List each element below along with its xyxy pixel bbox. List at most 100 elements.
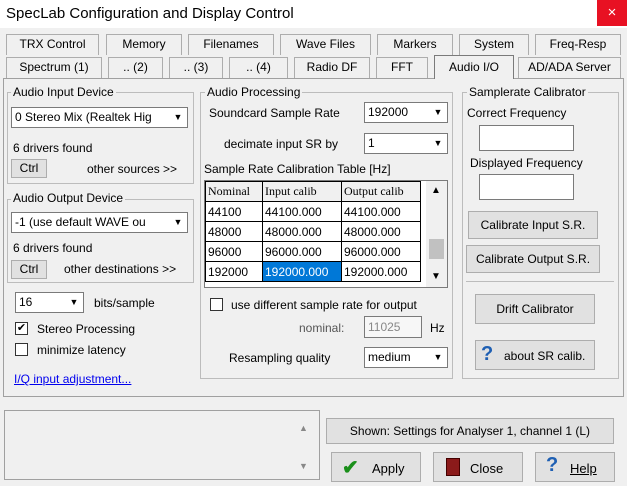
tab-adada-server[interactable]: AD/ADA Server [518, 57, 621, 78]
nominal-rate-field[interactable]: 11025 [364, 316, 422, 338]
chevron-down-icon: ▼ [433, 352, 443, 362]
table-header-input-calib: Input calib [262, 181, 342, 202]
stereo-processing-checkbox[interactable]: ✔ [15, 322, 28, 335]
table-row[interactable]: 96000 96000.000 96000.000 [205, 241, 421, 262]
help-icon: ? [546, 454, 559, 476]
calibration-table-title: Sample Rate Calibration Table [Hz] [204, 162, 391, 176]
audio-output-device-value: -1 (use default WAVE ou [15, 215, 146, 229]
input-drivers-found: 6 drivers found [13, 141, 93, 155]
audio-processing-group-label: Audio Processing [205, 85, 303, 99]
apply-label: Apply [372, 461, 405, 476]
door-icon [446, 458, 460, 476]
table-cell[interactable]: 44100 [205, 201, 263, 222]
about-sr-calib-button[interactable]: ? about SR calib. [475, 340, 595, 370]
close-window-button[interactable]: × [597, 0, 627, 26]
tab-trx-control[interactable]: TRX Control [6, 34, 99, 55]
help-button[interactable]: ? Help [535, 452, 615, 482]
tab-radio-df[interactable]: Radio DF [294, 57, 370, 78]
close-button[interactable]: Close [433, 452, 523, 482]
stereo-processing-label: Stereo Processing [37, 322, 136, 336]
table-cell[interactable]: 48000 [205, 221, 263, 242]
tab-spectrum-1[interactable]: Spectrum (1) [6, 57, 102, 78]
output-ctrl-button[interactable]: Ctrl [11, 260, 47, 279]
checkmark-icon: ✔ [342, 457, 359, 479]
table-cell[interactable]: 44100.000 [341, 201, 421, 222]
sample-rate-select[interactable]: 192000 ▼ [364, 102, 448, 123]
chevron-down-icon: ▼ [433, 107, 443, 117]
minimize-latency-checkbox[interactable] [15, 343, 28, 356]
tab-system[interactable]: System [459, 34, 529, 55]
window-title: SpecLab Configuration and Display Contro… [6, 5, 294, 22]
help-label: Help [570, 461, 597, 476]
table-cell[interactable]: 192000 [205, 261, 263, 282]
bits-per-sample-label: bits/sample [94, 296, 155, 310]
scrollbar-thumb[interactable] [429, 239, 444, 259]
other-destinations-link[interactable]: other destinations >> [64, 262, 176, 276]
table-row[interactable]: 192000 192000.000 192000.000 [205, 261, 421, 282]
table-cell[interactable]: 96000.000 [262, 241, 342, 262]
table-scrollbar[interactable]: ▲ ▼ [426, 181, 447, 287]
drift-calibrator-button[interactable]: Drift Calibrator [475, 294, 595, 324]
different-rate-label: use different sample rate for output [231, 298, 417, 312]
status-memo[interactable]: ▲ ▼ [4, 410, 320, 480]
audio-input-device-select[interactable]: 0 Stereo Mix (Realtek Hig ▼ [11, 107, 188, 128]
table-header-output-calib: Output calib [341, 181, 421, 202]
tab-fft[interactable]: FFT [376, 57, 428, 78]
audio-output-group-label: Audio Output Device [11, 191, 126, 205]
nominal-label: nominal: [299, 321, 345, 335]
table-cell[interactable]: 192000.000 [341, 261, 421, 282]
other-sources-link[interactable]: other sources >> [87, 162, 177, 176]
scroll-down-icon[interactable]: ▼ [299, 461, 308, 471]
table-row[interactable]: 44100 44100.000 44100.000 [205, 201, 421, 222]
correct-frequency-field[interactable] [479, 125, 574, 151]
tab-memory[interactable]: Memory [106, 34, 182, 55]
bits-per-sample-select[interactable]: 16 ▼ [15, 292, 84, 313]
resampling-quality-value: medium [368, 350, 411, 364]
different-rate-checkbox[interactable] [210, 298, 223, 311]
table-row[interactable]: 48000 48000.000 48000.000 [205, 221, 421, 242]
calibrator-divider [466, 281, 614, 282]
displayed-frequency-label: Displayed Frequency [470, 156, 583, 170]
audio-output-device-select[interactable]: -1 (use default WAVE ou ▼ [11, 212, 188, 233]
tab-spectrum-3[interactable]: .. (3) [169, 57, 223, 78]
tab-filenames[interactable]: Filenames [188, 34, 274, 55]
calibrate-output-button[interactable]: Calibrate Output S.R. [466, 245, 600, 273]
audio-input-device-value: 0 Stereo Mix (Realtek Hig [15, 110, 152, 124]
audio-input-group-label: Audio Input Device [11, 85, 116, 99]
table-cell[interactable]: 48000.000 [341, 221, 421, 242]
calibration-table-container: Nominal Input calib Output calib 44100 4… [204, 180, 448, 288]
tab-wave-files[interactable]: Wave Files [280, 34, 371, 55]
chevron-down-icon: ▼ [69, 297, 79, 307]
table-cell[interactable]: 44100.000 [262, 201, 342, 222]
shown-settings-button[interactable]: Shown: Settings for Analyser 1, channel … [326, 418, 614, 444]
chevron-down-icon: ▼ [433, 138, 443, 148]
sample-rate-value: 192000 [368, 105, 409, 119]
scroll-up-icon[interactable]: ▲ [299, 423, 308, 433]
table-cell[interactable]: 96000.000 [341, 241, 421, 262]
scroll-up-icon[interactable]: ▲ [431, 185, 441, 196]
sample-rate-label: Soundcard Sample Rate [209, 106, 340, 120]
bits-per-sample-value: 16 [19, 295, 33, 309]
apply-button[interactable]: ✔ Apply [331, 452, 421, 482]
tab-freq-resp[interactable]: Freq-Resp [535, 34, 621, 55]
table-header-row: Nominal Input calib Output calib [205, 181, 421, 202]
table-cell[interactable]: 48000.000 [262, 221, 342, 242]
tab-audio-io[interactable]: Audio I/O [434, 55, 514, 79]
calibrate-input-button[interactable]: Calibrate Input S.R. [468, 211, 598, 239]
tab-markers[interactable]: Markers [377, 34, 453, 55]
decimate-select[interactable]: 1 ▼ [364, 133, 448, 154]
close-label: Close [470, 461, 504, 476]
scroll-down-icon[interactable]: ▼ [431, 271, 441, 282]
tab-spectrum-4[interactable]: .. (4) [229, 57, 288, 78]
table-cell-selected[interactable]: 192000.000 [262, 261, 342, 282]
resampling-quality-select[interactable]: medium ▼ [364, 347, 448, 368]
correct-frequency-label: Correct Frequency [467, 106, 567, 120]
table-cell[interactable]: 96000 [205, 241, 263, 262]
output-drivers-found: 6 drivers found [13, 241, 93, 255]
iq-input-adjustment-link[interactable]: I/Q input adjustment... [14, 372, 131, 386]
table-header-nominal: Nominal [205, 181, 263, 202]
displayed-frequency-field[interactable] [479, 174, 574, 200]
tab-spectrum-2[interactable]: .. (2) [108, 57, 163, 78]
nominal-unit: Hz [430, 321, 445, 335]
input-ctrl-button[interactable]: Ctrl [11, 159, 47, 178]
